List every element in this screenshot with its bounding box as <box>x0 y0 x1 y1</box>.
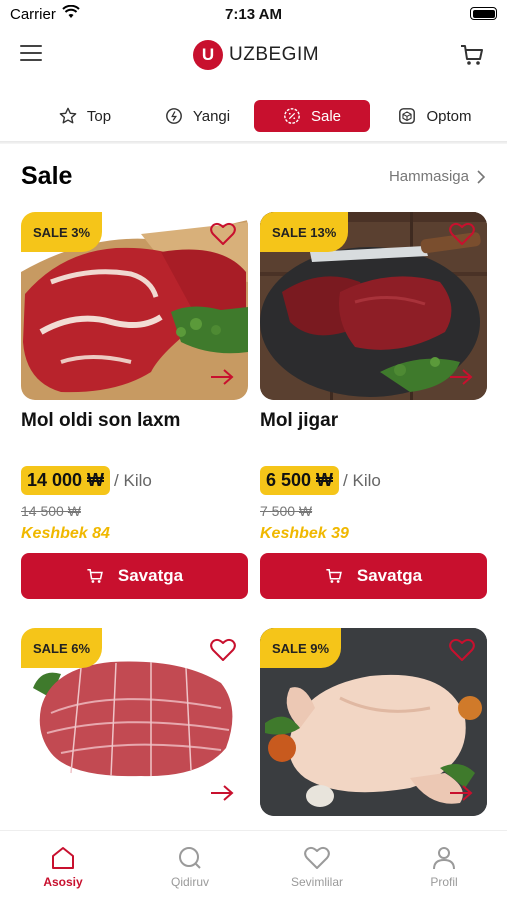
nav-label: Asosiy <box>43 875 83 889</box>
add-to-cart-label: Savatga <box>356 566 423 585</box>
user-icon <box>433 847 455 870</box>
tab-label: Yangi <box>192 107 231 125</box>
new-badge-icon <box>165 108 182 124</box>
heart-icon[interactable] <box>210 638 236 662</box>
status-bar: Carrier 7:13 AM <box>0 0 507 30</box>
cashback-label: Keshbek 39 <box>260 525 349 542</box>
nav-label: Profil <box>430 875 458 889</box>
price-unit: / Kilo <box>114 470 152 490</box>
tab-sale[interactable]: Sale <box>254 100 370 132</box>
logo-mark: U <box>193 40 223 70</box>
cart-icon[interactable] <box>459 42 485 68</box>
see-all-label: Hammasiga <box>388 168 469 185</box>
price-unit: / Kilo <box>343 470 381 490</box>
tab-label: Optom <box>426 107 472 125</box>
home-icon <box>52 847 74 869</box>
battery-icon <box>470 7 497 20</box>
app-header: U UZBEGIM <box>0 30 507 82</box>
heart-icon <box>304 846 330 869</box>
product-card: SALE 3% Mol oldi son laxm 14 000 ₩ / Kil… <box>21 212 248 599</box>
sale-badge: SALE 6% <box>21 628 103 668</box>
heart-icon[interactable] <box>449 222 475 246</box>
product-price: 6 500 ₩ <box>260 466 340 495</box>
tab-optom[interactable]: Optom <box>380 100 490 132</box>
section-title: Sale <box>21 162 73 190</box>
product-image[interactable]: SALE 9% <box>260 628 487 816</box>
product-image[interactable]: SALE 13% <box>260 212 487 400</box>
add-to-cart-label: Savatga <box>117 566 184 585</box>
menu-icon[interactable] <box>20 45 42 63</box>
heart-icon[interactable] <box>449 638 475 662</box>
arrow-right-icon[interactable] <box>449 784 473 802</box>
price-row: 14 000 ₩ / Kilo <box>21 466 248 495</box>
discount-icon <box>284 108 300 124</box>
logo-text: UZBEGIM <box>229 44 320 65</box>
nav-item-search[interactable]: Qidiruv <box>127 831 253 900</box>
old-price: 7 500 ₩ <box>260 503 313 519</box>
category-tabs: Top Yangi Sale Optom <box>0 100 507 136</box>
add-to-cart-button[interactable]: Savatga <box>21 553 248 599</box>
nav-item-favorites[interactable]: Sevimlilar <box>254 831 380 900</box>
star-icon <box>59 107 77 124</box>
clock: 7:13 AM <box>225 6 282 23</box>
tab-yangi[interactable]: Yangi <box>150 100 245 132</box>
nav-item-profile[interactable]: Profil <box>381 831 507 900</box>
search-icon <box>179 847 201 869</box>
sale-badge: SALE 3% <box>21 212 103 252</box>
tab-label: Top <box>86 107 112 125</box>
nav-label: Sevimlilar <box>290 875 343 889</box>
tab-label: Sale <box>310 107 342 125</box>
nav-item-home[interactable]: Asosiy <box>0 831 126 900</box>
arrow-right-icon[interactable] <box>210 368 234 386</box>
arrow-right-icon[interactable] <box>210 784 234 802</box>
old-price: 14 500 ₩ <box>21 503 81 519</box>
product-card: SALE 13% Mol jigar 6 500 ₩ / Kilo 7 500 … <box>260 212 487 599</box>
product-price: 14 000 ₩ <box>21 466 111 495</box>
sale-badge: SALE 9% <box>260 628 342 668</box>
add-to-cart-button[interactable]: Savatga <box>260 553 487 599</box>
heart-icon[interactable] <box>210 222 236 246</box>
tab-top[interactable]: Top <box>40 100 130 132</box>
price-row: 6 500 ₩ / Kilo <box>260 466 487 495</box>
cashback-label: Keshbek 84 <box>21 525 110 542</box>
logo: U UZBEGIM <box>193 40 319 70</box>
product-image[interactable]: SALE 6% <box>21 628 248 816</box>
product-name: Mol jigar <box>260 410 339 431</box>
header-divider <box>0 141 507 144</box>
see-all-link[interactable]: Hammasiga <box>389 168 485 185</box>
product-image[interactable]: SALE 3% <box>21 212 248 400</box>
arrow-right-icon[interactable] <box>449 368 473 386</box>
product-name: Mol oldi son laxm <box>21 410 181 431</box>
chevron-right-icon <box>477 169 485 184</box>
cart-icon <box>87 569 103 583</box>
box-icon <box>399 108 416 124</box>
product-card: SALE 9% <box>260 628 487 816</box>
product-card: SALE 6% <box>21 628 248 816</box>
cart-icon <box>326 569 342 583</box>
nav-label: Qidiruv <box>170 875 209 889</box>
bottom-nav: Asosiy Qidiruv Sevimlilar Profil <box>0 830 507 900</box>
sale-badge: SALE 13% <box>260 212 349 252</box>
